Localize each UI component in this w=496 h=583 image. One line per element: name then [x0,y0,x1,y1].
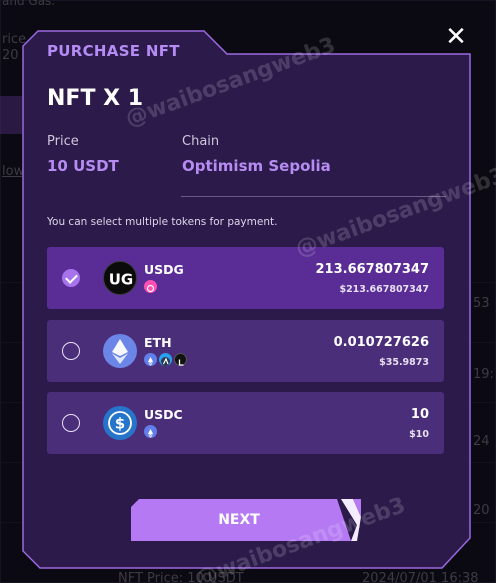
token-name: USDG [144,262,184,277]
token-option-usdc[interactable]: $ USDC 10 $10 [47,392,444,454]
token-name: USDC [144,407,183,422]
usdc-logo-icon: $ [103,406,137,440]
optimism-chain-icon [144,280,157,293]
chain-label: Chain [182,134,220,149]
price-label: Price [47,134,79,149]
token-amount: 10 [410,407,429,422]
usdg-logo-icon: UG [103,261,137,295]
token-chains [144,280,157,293]
eth-chain-icon [144,353,157,366]
checkbox-unchecked-icon[interactable] [62,414,80,432]
purchase-nft-modal: PURCHASE NFT NFT X 1 Price 10 USDT Chain… [18,30,475,570]
linea-chain-icon [174,353,187,366]
payment-hint: You can select multiple tokens for payme… [47,216,278,228]
arbitrum-chain-icon [159,353,172,366]
token-option-usdg[interactable]: UG USDG 213.667807347 $213.667807347 [47,247,444,309]
modal-header: PURCHASE NFT [47,42,180,60]
token-amount: 0.010727626 [333,335,429,350]
eth-logo-icon [103,334,137,368]
token-option-eth[interactable]: ETH 0.010727626 $35.9873 [47,320,444,382]
token-chains [144,353,187,366]
price-value: 10 USDT [47,157,119,175]
token-usd-value: $213.667807347 [339,284,429,295]
checkbox-unchecked-icon[interactable] [62,342,80,360]
chain-value: Optimism Sepolia [182,157,331,175]
token-chains [144,425,157,438]
token-amount: 213.667807347 [315,262,429,277]
svg-text:$: $ [115,415,125,433]
eth-chain-icon [144,425,157,438]
token-usd-value: $10 [409,429,429,440]
token-name: ETH [144,335,172,350]
svg-text:UG: UG [109,271,134,289]
checkbox-checked-icon[interactable] [62,269,80,287]
token-usd-value: $35.9873 [379,357,429,368]
